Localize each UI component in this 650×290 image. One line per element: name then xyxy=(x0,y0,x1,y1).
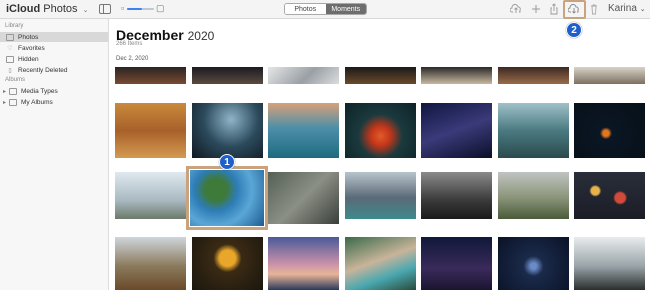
sidebar-item-label: Media Types xyxy=(21,87,58,95)
photo-thumbnail[interactable] xyxy=(498,67,569,84)
toolbar: iCloud Photos ⌄ ▫ ▢ Photos Moments Karin… xyxy=(0,0,650,19)
app-title[interactable]: iCloud Photos ⌄ xyxy=(6,3,88,15)
trash-icon[interactable] xyxy=(587,2,601,16)
photo-thumbnail[interactable] xyxy=(115,237,186,290)
tab-moments[interactable]: Moments xyxy=(325,4,366,14)
items-count: 266 Items xyxy=(116,41,143,47)
annotation-badge-1: 1 xyxy=(219,154,235,170)
photo-thumbnail[interactable] xyxy=(345,67,416,84)
sidebar-toggle-icon[interactable] xyxy=(99,4,111,14)
app-name: Photos xyxy=(43,3,78,15)
photo-thumbnail[interactable] xyxy=(115,172,186,219)
view-switcher: Photos Moments xyxy=(284,3,367,15)
photo-thumbnail[interactable] xyxy=(345,237,416,290)
add-icon[interactable] xyxy=(529,2,543,16)
heart-icon: ♡ xyxy=(7,45,13,52)
photo-thumbnail[interactable] xyxy=(498,237,569,290)
share-icon[interactable] xyxy=(547,2,561,16)
folder-icon xyxy=(9,98,18,106)
annotation-badge-2: 2 xyxy=(566,22,582,38)
sidebar-item-label: Hidden xyxy=(18,55,39,63)
sidebar-item-label: Photos xyxy=(18,33,39,41)
sidebar-item-my-albums[interactable]: ▸ My Albums xyxy=(0,97,108,107)
photo-thumbnail[interactable] xyxy=(345,103,416,158)
app-brand: iCloud xyxy=(6,3,41,15)
sidebar-item-label: My Albums xyxy=(21,98,53,106)
user-menu[interactable]: Karina ⌄ xyxy=(608,3,646,14)
zoom-in-icon[interactable]: ▢ xyxy=(156,3,165,14)
photos-icon xyxy=(6,33,14,41)
sidebar-item-hidden[interactable]: Hidden xyxy=(0,54,108,64)
upload-icon[interactable] xyxy=(509,2,523,16)
moment-date: Dec 2, 2020 xyxy=(116,56,149,62)
sidebar: Library Photos ♡ Favorites Hidden ▯ Rece… xyxy=(0,19,109,290)
photo-thumbnail[interactable] xyxy=(421,67,492,84)
sidebar-item-label: Favorites xyxy=(18,44,45,52)
photo-thumbnail[interactable] xyxy=(268,67,339,84)
library-heading: Library xyxy=(5,23,24,29)
photo-thumbnail[interactable] xyxy=(498,172,569,219)
photo-thumbnail[interactable] xyxy=(574,172,645,219)
hidden-icon xyxy=(6,55,14,63)
photo-thumbnail[interactable] xyxy=(421,103,492,158)
folder-icon xyxy=(9,87,18,95)
sidebar-item-media-types[interactable]: ▸ Media Types xyxy=(0,86,108,96)
sidebar-item-recently-deleted[interactable]: ▯ Recently Deleted xyxy=(0,65,108,75)
zoom-slider-fill xyxy=(127,8,142,10)
download-highlight xyxy=(563,0,586,19)
photo-thumbnail[interactable] xyxy=(574,103,645,158)
sidebar-item-favorites[interactable]: ♡ Favorites xyxy=(0,43,108,53)
photo-thumbnail[interactable] xyxy=(498,103,569,158)
chevron-right-icon[interactable]: ▸ xyxy=(3,88,6,95)
main-content: December 2020 266 Items Dec 2, 2020 xyxy=(110,19,650,290)
photo-thumbnail[interactable] xyxy=(192,103,263,158)
photo-thumbnail[interactable] xyxy=(192,67,263,84)
albums-heading: Albums xyxy=(5,77,26,83)
photo-thumbnail-selected[interactable] xyxy=(186,166,268,230)
zoom-slider[interactable] xyxy=(127,8,154,10)
photo-thumbnail[interactable] xyxy=(115,67,186,84)
chevron-down-icon: ⌄ xyxy=(82,7,89,14)
chevron-down-icon: ⌄ xyxy=(639,6,646,13)
photo-thumbnail[interactable] xyxy=(345,172,416,219)
sidebar-item-photos[interactable]: Photos xyxy=(0,32,108,42)
photo-thumbnail[interactable] xyxy=(268,172,339,224)
chevron-right-icon[interactable]: ▸ xyxy=(3,99,6,106)
photo-thumbnail[interactable] xyxy=(115,103,186,158)
photo-thumbnail[interactable] xyxy=(574,237,645,290)
photo-thumbnail[interactable] xyxy=(268,103,339,158)
photo-thumbnail[interactable] xyxy=(421,237,492,290)
photo-thumbnail[interactable] xyxy=(421,172,492,219)
zoom-out-icon[interactable]: ▫ xyxy=(121,3,124,13)
photo-thumbnail[interactable] xyxy=(574,67,645,84)
year-label: 2020 xyxy=(187,29,215,43)
photo-thumbnail[interactable] xyxy=(268,237,339,290)
tab-photos[interactable]: Photos xyxy=(285,4,326,14)
sidebar-item-label: Recently Deleted xyxy=(18,66,68,74)
user-name: Karina xyxy=(608,3,637,14)
photo-thumbnail[interactable] xyxy=(192,237,263,290)
trash-icon: ▯ xyxy=(8,67,12,74)
